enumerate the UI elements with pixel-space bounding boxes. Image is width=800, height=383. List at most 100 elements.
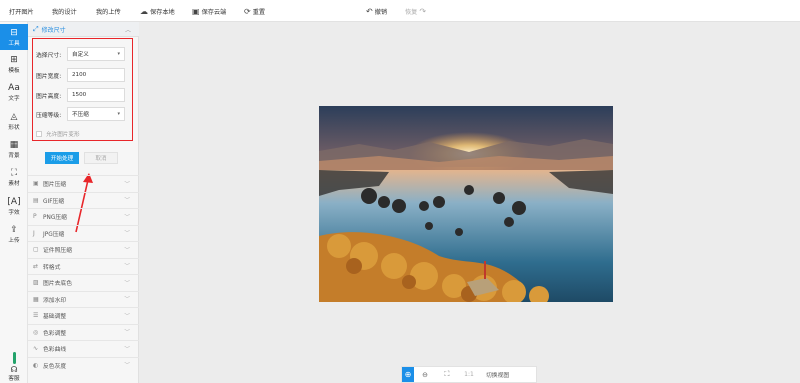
compress-value: 不压缩	[72, 112, 89, 118]
start-processing-button[interactable]: 开始处理	[45, 152, 79, 164]
text-icon: Aa	[8, 82, 20, 93]
adjust-icon: ☰	[33, 312, 39, 320]
actual-size-button[interactable]: 1:1	[458, 367, 480, 382]
my-designs-label: 我的设计	[52, 9, 77, 16]
menu-item-png-compress[interactable]: P PNG压缩 ﹀	[28, 208, 139, 225]
menu-item-label: 转格式	[43, 264, 61, 271]
allow-deform-checkbox[interactable]: 允许图片变形	[36, 130, 80, 138]
reset-button[interactable]: ⟳ 重置	[244, 7, 265, 16]
menu-item-label: 反色灰度	[43, 363, 67, 370]
my-uploads-button[interactable]: 我的上传	[96, 7, 121, 16]
rail-item-text-effects[interactable]: [A] 字效	[0, 193, 28, 219]
rail-item-materials[interactable]: ⛶ 素材	[0, 164, 28, 190]
resize-section-header[interactable]: ⤢ 修改尺寸 ︿	[28, 22, 139, 37]
zoom-out-icon: ⊖	[422, 370, 428, 379]
save-local-button[interactable]: ☁ 保存本地	[140, 7, 175, 16]
toolbox-icon: ⊟	[10, 27, 18, 38]
resize-form: 选择尺寸: 自定义 ▾ 图片宽度: 2100 图片高度: 1500 压缩等级: …	[32, 38, 133, 141]
landscape-photo[interactable]	[319, 106, 613, 302]
chevron-down-icon: ﹀	[124, 247, 130, 254]
rail-item-shapes[interactable]: ◬ 形状	[0, 108, 28, 134]
compress-label: 压缩等级:	[36, 112, 62, 119]
zoom-toolbar: ⊕ ⊖ ⛶ 1:1 切换视图	[401, 366, 537, 383]
rail-item-label: 模板	[8, 67, 20, 74]
gif-icon: ▤	[33, 196, 39, 204]
menu-item-color-adjust[interactable]: ◎ 色彩调整 ﹀	[28, 323, 139, 341]
fit-screen-button[interactable]: ⛶	[436, 367, 458, 382]
my-designs-button[interactable]: 我的设计	[52, 7, 77, 16]
rail-item-label: 字效	[8, 209, 20, 216]
undo-button[interactable]: ↶ 撤销	[366, 7, 387, 16]
chevron-down-icon: ﹀	[124, 346, 130, 353]
checkbox-box	[36, 131, 42, 137]
zoom-out-button[interactable]: ⊖	[414, 367, 436, 382]
rail-item-templates[interactable]: ⊞ 模板	[0, 51, 28, 77]
chevron-down-icon: ﹀	[124, 198, 130, 205]
headset-icon: ☊	[10, 365, 18, 374]
height-input[interactable]: 1500	[67, 88, 125, 102]
id-photo-icon: ▢	[33, 246, 39, 254]
cloud-download-icon: ☁	[140, 7, 148, 16]
menu-item-id-photo-compress[interactable]: ▢ 证件照压缩 ﹀	[28, 241, 139, 258]
chevron-down-icon: ▾	[117, 111, 120, 117]
menu-item-label: 基础调整	[43, 314, 67, 321]
menu-item-remove-background[interactable]: ▨ 图片去底色 ﹀	[28, 274, 139, 291]
refresh-icon: ⟳	[244, 7, 251, 16]
watermark-icon: ▦	[33, 295, 39, 303]
background-icon: ▦	[9, 139, 19, 150]
menu-item-add-watermark[interactable]: ▦ 添加水印 ﹀	[28, 290, 139, 308]
menu-item-label: 添加水印	[43, 297, 67, 304]
menu-item-invert-gray[interactable]: ◐ 反色灰度 ﹀	[28, 356, 139, 374]
customer-service-label: 客服	[8, 376, 20, 382]
menu-item-jpg-compress[interactable]: J JPG压缩 ﹀	[28, 224, 139, 242]
left-icon-rail: ⊟ 工具 ⊞ 模板 Aa 文字 ◬ 形状 ▦ 背景 ⛶ 素材 [A] 字效 ⇪ …	[0, 22, 28, 383]
text-effect-icon: [A]	[7, 196, 21, 207]
width-value: 2100	[72, 72, 87, 78]
template-icon: ⊞	[10, 54, 18, 65]
select-size-value: 自定义	[72, 52, 89, 58]
menu-item-label: 证件照压缩	[43, 248, 72, 255]
height-row: 图片高度: 1500	[36, 88, 130, 102]
menu-item-label: 色彩调整	[43, 330, 67, 337]
customer-service-button[interactable]: ☊ 客服	[0, 351, 28, 383]
rail-item-label: 上传	[8, 237, 20, 244]
my-uploads-label: 我的上传	[96, 9, 121, 16]
height-label: 图片高度:	[36, 93, 62, 100]
rail-item-upload[interactable]: ⇪ 上传	[0, 221, 28, 247]
menu-item-color-curve[interactable]: ∿ 色彩曲线 ﹀	[28, 340, 139, 357]
material-icon: ⛶	[10, 167, 18, 178]
switch-view-button[interactable]: 切换视图	[480, 367, 515, 382]
open-image-button[interactable]: 打开图片	[9, 7, 34, 16]
rail-item-label: 素材	[8, 180, 20, 187]
editor-canvas[interactable]: ⊕ ⊖ ⛶ 1:1 切换视图	[139, 22, 800, 383]
top-toolbar: 打开图片 我的设计 我的上传 ☁ 保存本地 ▣ 保存云端 ⟳ 重置 ↶ 撤销 恢复 ↷	[0, 0, 800, 22]
rail-item-tools[interactable]: ⊟ 工具	[0, 24, 28, 50]
rail-item-label: 工具	[8, 40, 20, 47]
allow-deform-label: 允许图片变形	[46, 132, 80, 138]
cancel-button[interactable]: 取消	[84, 152, 118, 164]
redo-label: 恢复	[405, 9, 418, 16]
chevron-down-icon: ▾	[117, 51, 120, 57]
reset-label: 重置	[252, 9, 266, 16]
menu-item-gif-compress[interactable]: ▤ GIF压缩 ﹀	[28, 191, 139, 209]
rail-item-text[interactable]: Aa 文字	[0, 79, 28, 105]
invert-icon: ◐	[33, 361, 39, 369]
png-icon: P	[33, 213, 37, 221]
rail-item-background[interactable]: ▦ 背景	[0, 136, 28, 162]
service-indicator	[12, 352, 16, 364]
chevron-down-icon: ﹀	[124, 280, 130, 287]
menu-item-convert-format[interactable]: ⇄ 转格式 ﹀	[28, 257, 139, 275]
menu-item-image-compress[interactable]: ▣ 图片压缩 ﹀	[28, 175, 139, 192]
select-size-dropdown[interactable]: 自定义 ▾	[67, 47, 125, 61]
color-icon: ◎	[33, 328, 39, 336]
menu-item-label: 图片去底色	[43, 281, 72, 288]
compress-dropdown[interactable]: 不压缩 ▾	[67, 107, 125, 121]
menu-item-basic-adjust[interactable]: ☰ 基础调整 ﹀	[28, 307, 139, 324]
menu-item-label: 图片压缩	[43, 182, 67, 189]
remove-bg-icon: ▨	[33, 279, 39, 287]
redo-button[interactable]: 恢复 ↷	[405, 7, 428, 16]
shape-icon: ◬	[10, 111, 18, 122]
save-cloud-button[interactable]: ▣ 保存云端	[192, 7, 226, 16]
width-input[interactable]: 2100	[67, 68, 125, 82]
zoom-in-button[interactable]: ⊕	[402, 367, 414, 382]
